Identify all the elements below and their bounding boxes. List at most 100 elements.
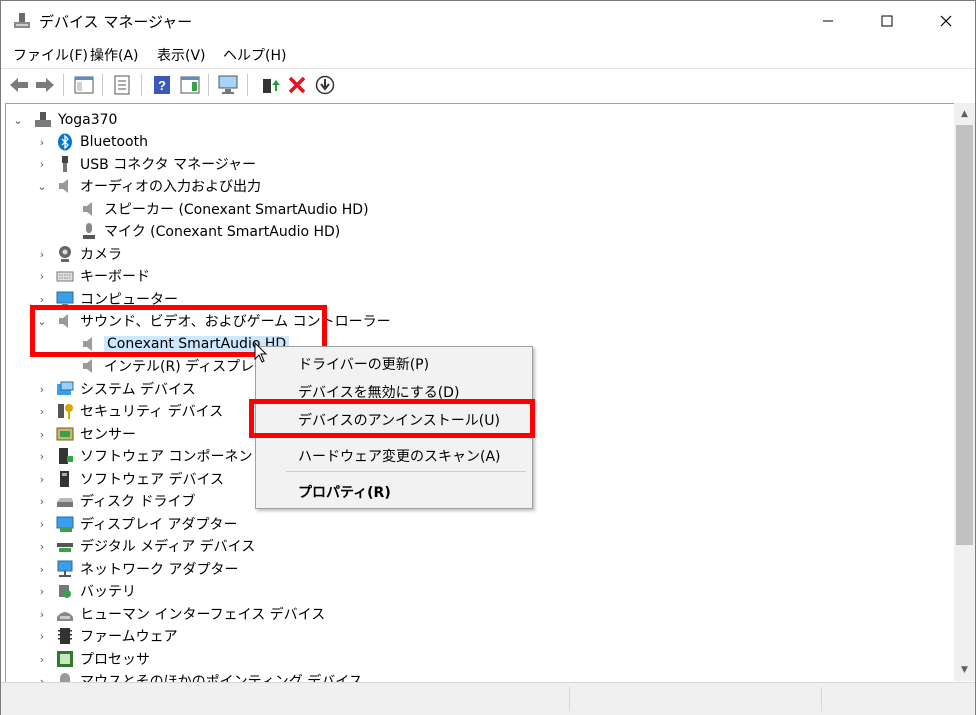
software-device-icon (56, 470, 74, 488)
speaker-icon (56, 177, 74, 195)
disk-drive-icon (56, 492, 74, 510)
software-component-icon (56, 447, 74, 465)
monitor-scan-icon (218, 75, 238, 94)
uninstall-device-button[interactable] (286, 74, 308, 96)
tree-item-disk-drives[interactable]: ディスク ドライブ (56, 490, 195, 512)
tree-item-sensors[interactable]: センサー (56, 423, 136, 445)
minimize-button[interactable] (799, 1, 857, 41)
chevron-right-icon[interactable]: › (36, 153, 48, 175)
help-icon: ? (154, 76, 170, 94)
speaker-icon (80, 200, 98, 218)
battery-icon (56, 582, 74, 600)
close-icon (940, 15, 952, 27)
chevron-right-icon[interactable]: › (36, 580, 48, 602)
ctx-update-driver[interactable]: ドライバーの更新(P) (298, 354, 429, 374)
window-title: デバイス マネージャー (39, 13, 193, 31)
menu-view[interactable]: 表示(V) (157, 45, 206, 65)
chevron-right-icon[interactable]: › (36, 378, 48, 400)
tree-root-label: Yoga370 (58, 112, 118, 128)
chevron-down-icon[interactable]: ⌄ (36, 175, 48, 197)
chevron-right-icon[interactable]: › (36, 243, 48, 265)
chevron-right-icon[interactable]: › (36, 535, 48, 557)
action-pane-button[interactable] (179, 74, 201, 96)
tree-item-system-devices[interactable]: システム デバイス (56, 378, 196, 400)
tree-item-bluetooth[interactable]: Bluetooth (56, 131, 148, 153)
chevron-right-icon[interactable]: › (36, 625, 48, 647)
chevron-right-icon[interactable]: › (36, 648, 48, 670)
menu-file[interactable]: ファイル(F) (13, 45, 88, 65)
chevron-right-icon[interactable]: › (36, 558, 48, 580)
forward-arrow-icon (36, 78, 54, 92)
download-circle-icon (315, 75, 335, 95)
tree-item-microphone[interactable]: マイク (Conexant SmartAudio HD) (80, 220, 340, 242)
scroll-down-icon[interactable]: ▼ (954, 661, 975, 679)
tree-item-software-devices[interactable]: ソフトウェア デバイス (56, 468, 224, 490)
forward-button[interactable] (34, 74, 56, 96)
menu-action[interactable]: 操作(A) (90, 45, 139, 65)
download-button[interactable] (314, 74, 336, 96)
chevron-right-icon[interactable]: › (36, 423, 48, 445)
menu-bar: ファイル(F) 操作(A) 表示(V) ヘルプ(H) (1, 41, 975, 68)
chevron-right-icon[interactable]: › (36, 400, 48, 422)
processor-icon (56, 650, 74, 668)
annotation-highlight-uninstall (249, 399, 535, 438)
tree-item-keyboard[interactable]: キーボード (56, 265, 150, 287)
system-folder-icon (56, 380, 74, 398)
tree-item-firmware[interactable]: ファームウェア (56, 625, 178, 647)
chevron-right-icon[interactable]: › (36, 131, 48, 153)
properties-icon (114, 75, 130, 95)
update-driver-button[interactable] (259, 74, 281, 96)
tree-item-processors[interactable]: プロセッサ (56, 648, 150, 670)
console-tree-icon (74, 76, 94, 94)
svg-text:?: ? (158, 78, 166, 93)
tree-item-audio-io[interactable]: オーディオの入力および出力 (56, 175, 261, 197)
scroll-up-icon[interactable]: ▲ (954, 105, 975, 123)
show-hide-console-tree-button[interactable] (73, 74, 95, 96)
maximize-button[interactable] (858, 1, 916, 41)
computer-icon (34, 111, 52, 129)
help-toolbar-button[interactable]: ? (151, 74, 173, 96)
hid-icon (56, 605, 74, 623)
chevron-right-icon[interactable]: › (36, 265, 48, 287)
tree-item-mice-pointing[interactable]: マウスとそのほかのポインティング デバイス (56, 670, 363, 682)
chevron-right-icon[interactable]: › (36, 445, 48, 467)
ctx-scan-hardware[interactable]: ハードウェア変更のスキャン(A) (298, 446, 501, 466)
scan-hardware-button[interactable] (218, 74, 240, 96)
back-arrow-icon (10, 78, 28, 92)
chevron-right-icon[interactable]: › (36, 468, 48, 490)
delete-x-icon (288, 76, 306, 94)
ctx-properties[interactable]: プロパティ(R) (298, 482, 391, 502)
tree-item-display-adapters[interactable]: ディスプレイ アダプター (56, 513, 237, 535)
microphone-icon (80, 222, 98, 240)
vertical-scrollbar[interactable]: ▲ ▼ (954, 103, 975, 681)
tree-item-usb-connector-manager[interactable]: USB コネクタ マネージャー (56, 153, 256, 175)
scrollbar-thumb[interactable] (956, 125, 973, 545)
tree-item-speaker[interactable]: スピーカー (Conexant SmartAudio HD) (80, 198, 369, 220)
tree-root-computer[interactable]: Yoga370 (34, 109, 117, 131)
chevron-right-icon[interactable]: › (36, 490, 48, 512)
bluetooth-icon (56, 133, 74, 151)
tree-item-software-components[interactable]: ソフトウェア コンポーネント (56, 445, 266, 467)
tree-item-security-devices[interactable]: セキュリティ デバイス (56, 400, 223, 422)
close-button[interactable] (917, 1, 975, 41)
chevron-right-icon[interactable]: › (36, 670, 48, 683)
tree-item-network-adapters[interactable]: ネットワーク アダプター (56, 558, 238, 580)
network-adapter-icon (56, 560, 74, 578)
mouse-cursor-icon (254, 342, 268, 363)
properties-toolbar-button[interactable] (111, 74, 133, 96)
tree-item-battery[interactable]: バッテリ (56, 580, 136, 602)
chevron-right-icon[interactable]: › (36, 603, 48, 625)
back-button[interactable] (8, 74, 30, 96)
maximize-icon (881, 15, 893, 27)
tree-item-camera[interactable]: カメラ (56, 243, 122, 265)
menu-help[interactable]: ヘルプ(H) (223, 45, 286, 65)
tree-item-digital-media-devices[interactable]: デジタル メディア デバイス (56, 535, 255, 557)
title-bar: デバイス マネージャー (1, 1, 975, 41)
security-key-icon (56, 402, 74, 420)
usb-plug-icon (56, 155, 74, 173)
chevron-down-icon[interactable]: ⌄ (12, 109, 24, 131)
chevron-right-icon[interactable]: › (36, 513, 48, 535)
tree-item-human-interface-devices[interactable]: ヒューマン インターフェイス デバイス (56, 603, 325, 625)
media-device-icon (56, 537, 74, 555)
device-manager-icon (13, 12, 31, 30)
